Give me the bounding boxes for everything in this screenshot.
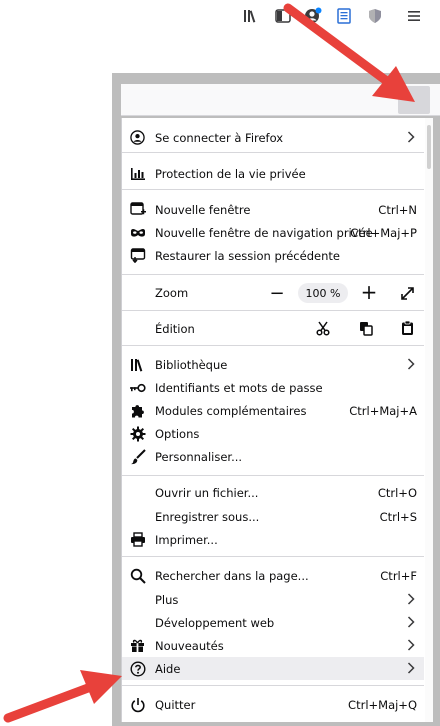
menu-item-label: Modules complémentaires [155, 403, 307, 418]
edit-label: Édition [155, 321, 195, 336]
gear-icon [129, 425, 146, 442]
scrollbar-thumb[interactable] [427, 125, 431, 169]
menu-item-label: Bibliothèque [155, 357, 228, 372]
menu-item-shortcut: Ctrl+Maj+Q [348, 697, 417, 712]
menu-item-edit: Édition [122, 317, 424, 340]
fullscreen-icon[interactable] [397, 283, 417, 303]
menu-item-web-developer[interactable]: Développement web [122, 611, 424, 634]
menu-separator [122, 475, 424, 476]
menu-item-label: Développement web [155, 615, 275, 630]
scrollbar-track[interactable] [425, 118, 433, 722]
menu-separator [122, 274, 424, 275]
menu-item-restore-session[interactable]: Restaurer la session précédente [122, 244, 424, 267]
menu-separator [122, 556, 424, 557]
menu-item-label: Ouvrir un fichier... [155, 485, 259, 500]
red-arrow-top [283, 3, 415, 102]
menu-item-help[interactable]: Aide [122, 657, 424, 680]
chart-icon [129, 165, 146, 182]
chevron-right-icon [407, 662, 415, 677]
chevron-right-icon [407, 131, 415, 146]
menu-item-label: Restaurer la session précédente [155, 248, 340, 263]
menu-item-label: Personnaliser... [155, 449, 243, 464]
zoom-label: Zoom [155, 285, 189, 300]
menu-item-more[interactable]: Plus [122, 588, 424, 611]
zoom-in-button[interactable]: + [358, 280, 380, 304]
menu-item-whats-new[interactable]: Nouveautés [122, 634, 424, 657]
chevron-right-icon [407, 358, 415, 373]
library-icon[interactable] [242, 7, 260, 25]
cut-icon[interactable] [313, 318, 333, 338]
menu-item-quit[interactable]: Quitter Ctrl+Maj+Q [122, 693, 424, 716]
menu-item-new-window[interactable]: Nouvelle fenêtre Ctrl+N [122, 198, 424, 221]
menu-item-shortcut: Ctrl+Maj+A [349, 403, 417, 418]
menu-separator [122, 189, 424, 190]
menu-item-shortcut: Ctrl+S [379, 509, 417, 524]
chevron-right-icon [407, 616, 415, 631]
menu-item-shortcut: Ctrl+Maj+P [350, 225, 417, 240]
menu-item-open-file[interactable]: Ouvrir un fichier... Ctrl+O [122, 481, 424, 504]
menu-item-privacy[interactable]: Protection de la vie privée [122, 162, 424, 185]
menu-item-label: Se connecter à Firefox [155, 130, 284, 145]
restore-session-icon [129, 247, 146, 264]
menu-item-label: Rechercher dans la page... [155, 568, 309, 583]
menu-item-label: Nouveautés [155, 638, 224, 653]
menu-item-label: Imprimer... [155, 532, 218, 547]
menu-item-print[interactable]: Imprimer... [122, 528, 424, 551]
menu-item-library[interactable]: Bibliothèque [122, 353, 424, 376]
menu-item-shortcut: Ctrl+O [377, 485, 417, 500]
menu-item-find[interactable]: Rechercher dans la page... Ctrl+F [122, 564, 424, 587]
private-mask-icon [129, 224, 146, 241]
menu-item-label: Quitter [155, 697, 196, 712]
menu-item-shortcut: Ctrl+F [380, 568, 417, 583]
menu-item-label: Options [155, 426, 200, 441]
menu-item-addons[interactable]: Modules complémentaires Ctrl+Maj+A [122, 399, 424, 422]
key-icon [129, 379, 146, 396]
copy-icon[interactable] [356, 318, 376, 338]
menu-separator [122, 310, 424, 311]
menu-item-new-private-window[interactable]: Nouvelle fenêtre de navigation privée Ct… [122, 221, 424, 244]
red-arrow-bottom [3, 670, 122, 723]
new-window-icon [129, 201, 146, 218]
menu-separator [122, 152, 424, 153]
menu-item-label: Identifiants et mots de passe [155, 380, 323, 395]
puzzle-icon [129, 402, 146, 419]
menu-item-label: Protection de la vie privée [155, 166, 306, 181]
paste-icon[interactable] [397, 318, 417, 338]
menu-item-logins[interactable]: Identifiants et mots de passe [122, 376, 424, 399]
zoom-reset-button[interactable]: 100 % [298, 283, 348, 303]
menu-item-options[interactable]: Options [122, 422, 424, 445]
menu-item-label: Nouvelle fenêtre de navigation privée [155, 225, 373, 240]
chevron-right-icon [407, 593, 415, 608]
menu-item-label: Enregistrer sous... [155, 509, 260, 524]
menu-separator [122, 345, 424, 346]
search-icon [129, 567, 146, 584]
menu-item-label: Plus [155, 592, 179, 607]
menu-item-label: Nouvelle fenêtre [155, 202, 251, 217]
menu-separator [122, 685, 424, 686]
account-icon [129, 129, 146, 146]
menu-item-sign-in[interactable]: Se connecter à Firefox [122, 126, 424, 149]
menu-item-save-as[interactable]: Enregistrer sous... Ctrl+S [122, 505, 424, 528]
zoom-out-button[interactable]: − [266, 282, 288, 304]
paintbrush-icon [129, 448, 146, 465]
library-icon [129, 356, 146, 373]
chevron-right-icon [407, 639, 415, 654]
menu-item-shortcut: Ctrl+N [378, 202, 417, 217]
menu-item-customize[interactable]: Personnaliser... [122, 445, 424, 468]
printer-icon [129, 531, 146, 548]
menu-item-label: Aide [155, 661, 181, 676]
